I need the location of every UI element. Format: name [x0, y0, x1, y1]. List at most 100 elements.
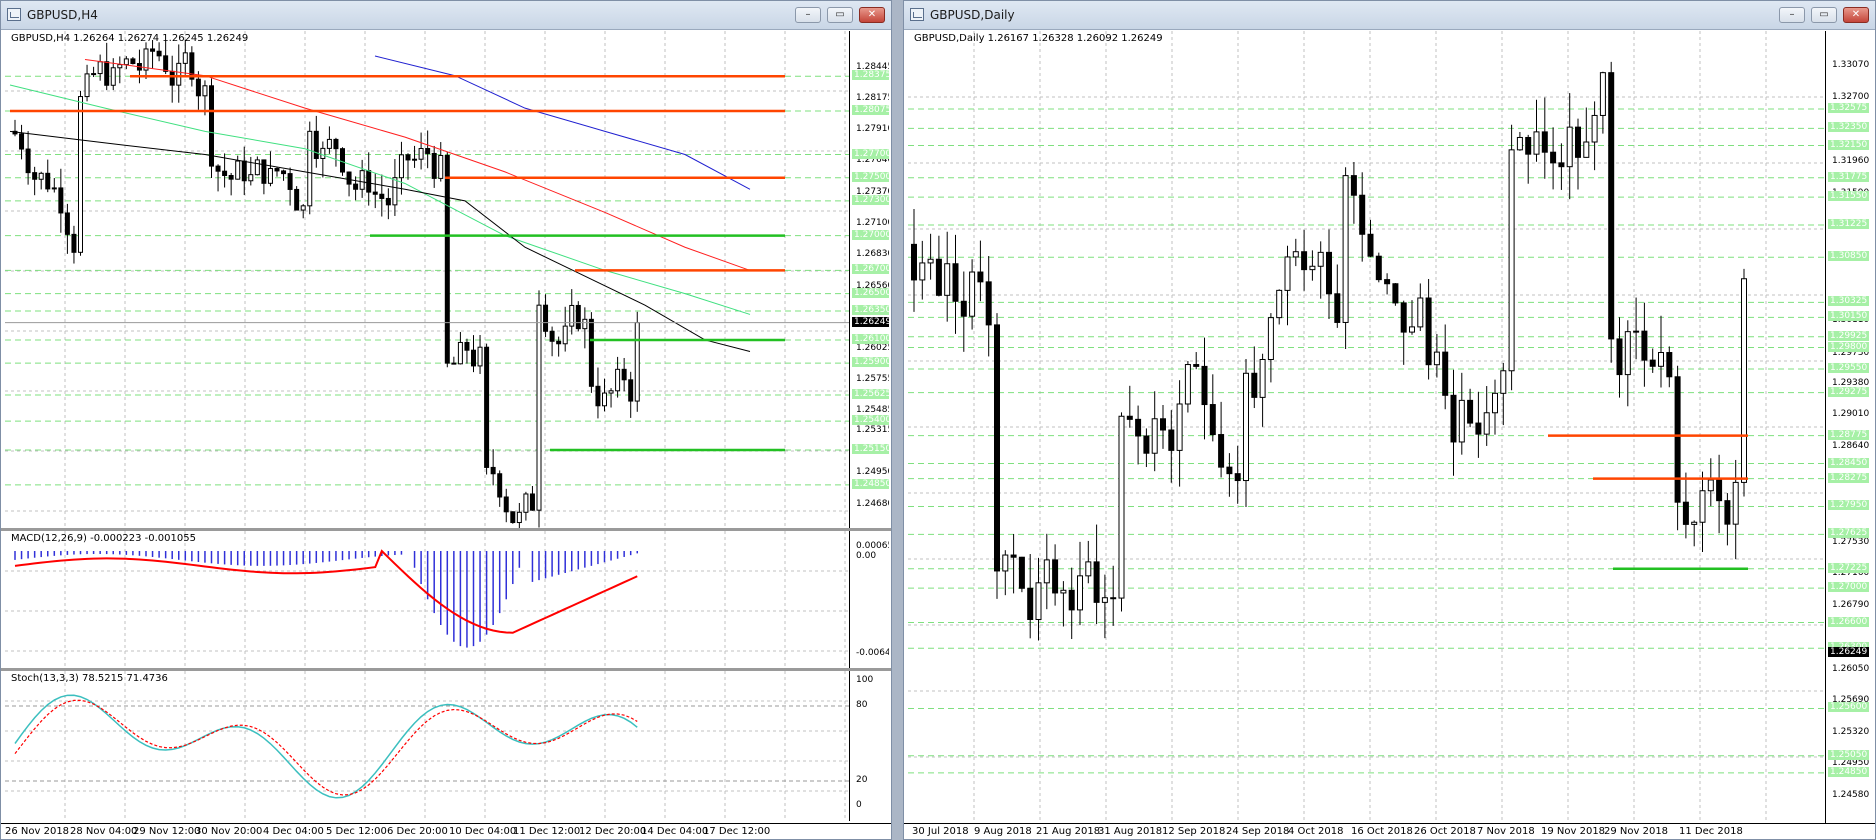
candle-body: [228, 175, 234, 180]
candle-body: [497, 473, 503, 498]
candle-body: [267, 168, 273, 184]
candle-body: [1292, 251, 1299, 258]
price-tick: 1.26050: [1832, 663, 1870, 674]
level-label: 1.32350: [1828, 122, 1870, 133]
time-axis-label: 29 Nov 12:00: [133, 826, 201, 837]
close-button[interactable]: ✕: [1843, 7, 1869, 23]
daily-symbol-header: GBPUSD,Daily 1.26167 1.26328 1.26092 1.2…: [914, 33, 1163, 44]
candle-body: [484, 346, 490, 468]
candle-body: [608, 390, 614, 394]
minimize-button[interactable]: –: [1779, 7, 1805, 23]
restore-button[interactable]: ▭: [827, 7, 853, 23]
candle-body: [1184, 364, 1191, 405]
macd-header: MACD(12,26,9) -0.000223 -0.001055: [11, 533, 196, 544]
candle-body: [1309, 265, 1316, 271]
stoch-pane[interactable]: Stoch(13,3,3) 78.5215 71.4736 100 80 20 0: [5, 671, 889, 821]
price-tick: 1.28175: [856, 93, 889, 104]
candle-body: [366, 170, 372, 193]
price-tick: 80: [856, 700, 868, 710]
candle-body: [490, 466, 496, 475]
daily-chart-window[interactable]: GBPUSD,Daily – ▭ ✕ GBPUSD,Daily 1.26167 …: [903, 0, 1876, 840]
daily-price-pane[interactable]: GBPUSD,Daily 1.26167 1.26328 1.26092 1.2…: [908, 31, 1873, 823]
candle-body: [1716, 479, 1723, 502]
candle-body: [582, 318, 588, 330]
candle-body: [1135, 418, 1142, 437]
level-label: 1.26350: [852, 304, 889, 315]
candle-body: [1209, 404, 1216, 436]
candle-body: [1160, 418, 1166, 431]
level-label: 1.25600: [1828, 702, 1870, 713]
candle-body: [359, 170, 365, 190]
price-tick: -0.006494: [856, 648, 889, 658]
candle-body: [274, 168, 280, 172]
candle-body: [1201, 365, 1208, 406]
time-axis-label: 26 Nov 2018: [5, 826, 70, 837]
candle-body: [326, 138, 332, 149]
macd-plot: [5, 531, 850, 668]
candle-body: [543, 304, 549, 332]
h4-time-axis: 26 Nov 2018 28 Nov 04:00 29 Nov 12:00 30 No…: [1, 823, 891, 839]
h4-price-pane[interactable]: GBPUSD,H4 1.26264 1.26274 1.26245 1.2624…: [5, 31, 889, 528]
candle-body: [634, 322, 640, 402]
candle-body: [1151, 418, 1158, 454]
candle-body: [1267, 317, 1274, 360]
candle-body: [333, 138, 339, 150]
time-axis-label: 12 Dec 20:00: [579, 826, 647, 837]
candle-body: [944, 263, 951, 296]
candle-body: [595, 385, 601, 407]
daily-title-bar[interactable]: GBPUSD,Daily – ▭ ✕: [904, 1, 1875, 30]
candle-body: [1633, 330, 1640, 333]
candle-body: [556, 340, 562, 345]
candle-body: [379, 193, 385, 199]
candle-body: [1741, 278, 1747, 483]
restore-button[interactable]: ▭: [1811, 7, 1837, 23]
candle-body: [503, 496, 509, 513]
price-tick: 1.25320: [1832, 726, 1870, 737]
time-axis-label: 21 Aug 2018: [1036, 826, 1101, 837]
candle-body: [1193, 364, 1200, 367]
candle-body: [1035, 582, 1042, 620]
time-axis-label: 31 Aug 2018: [1098, 826, 1163, 837]
candle-body: [1417, 297, 1424, 328]
level-label: 1.27500: [852, 171, 889, 182]
candle-body: [1707, 479, 1714, 492]
h4-title-bar[interactable]: GBPUSD,H4 – ▭ ✕: [1, 1, 891, 30]
price-tick: 1.24680: [856, 498, 889, 509]
daily-window-title: GBPUSD,Daily: [930, 8, 1015, 22]
price-tick: 20: [856, 775, 868, 785]
candle-body: [562, 325, 568, 345]
h4-chart-window[interactable]: GBPUSD,H4 – ▭ ✕ GBPUSD,H4 1.26264 1.2627…: [0, 0, 892, 840]
daily-candlestick-plot: [908, 31, 1826, 823]
macd-pane[interactable]: MACD(12,26,9) -0.000223 -0.001055 0.0006…: [5, 531, 889, 668]
price-tick: 1.26025: [856, 342, 889, 353]
level-label: 1.28275: [1828, 472, 1870, 483]
candle-body: [1010, 554, 1017, 558]
candle-body: [477, 346, 483, 367]
time-axis-label: 14 Dec 04:00: [641, 826, 709, 837]
candle-body: [1500, 370, 1507, 394]
candle-body: [1442, 351, 1449, 396]
time-axis-label: 11 Dec 2018: [1679, 826, 1743, 837]
minimize-button[interactable]: –: [795, 7, 821, 23]
candle-body: [123, 58, 129, 66]
candle-body: [261, 159, 267, 184]
level-label: 1.25050: [1828, 749, 1870, 760]
candle-body: [1218, 434, 1225, 468]
candle-body: [1450, 394, 1457, 443]
candle-body: [412, 158, 418, 161]
candle-body: [1508, 149, 1515, 372]
close-button[interactable]: ✕: [859, 7, 885, 23]
candle-body: [1234, 473, 1241, 482]
price-tick: 1.32700: [1832, 92, 1870, 103]
candle-body: [1691, 521, 1698, 525]
time-axis-label: 5 Dec 12:00: [326, 826, 387, 837]
level-label: 1.24850: [852, 478, 889, 489]
candle-body: [38, 172, 44, 180]
price-tick: 1.27100: [856, 218, 889, 229]
level-label: 1.29925: [1828, 330, 1870, 341]
candle-body: [182, 52, 188, 64]
candle-body: [1342, 175, 1349, 323]
candle-body: [130, 58, 136, 65]
time-axis-label: 11 Dec 12:00: [513, 826, 581, 837]
candle-body: [1384, 279, 1391, 285]
